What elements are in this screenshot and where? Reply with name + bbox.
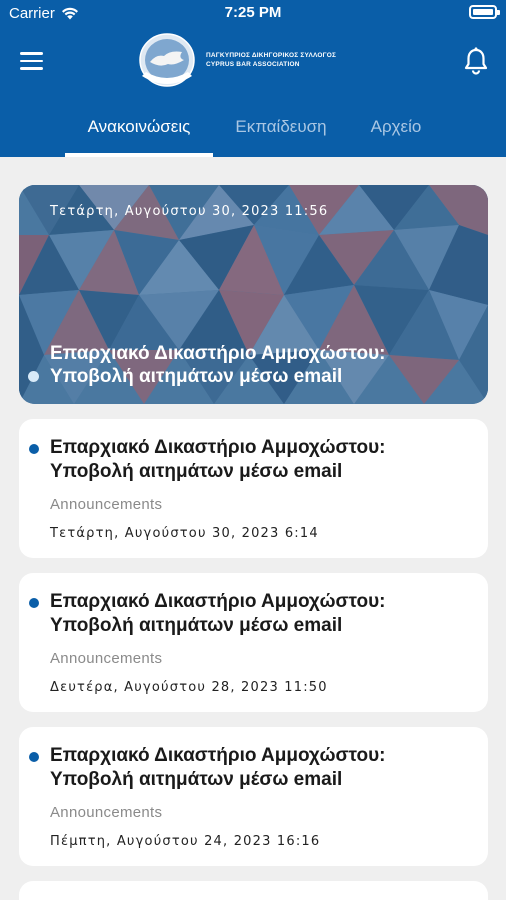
bar-association-logo: ΠΑΓΚΥΠΡΙΟΣ ΔΙΚΗΓΟΡΙΚΟΣ ΣΥΛΛΟΓΟΣ CYPRUS B… bbox=[138, 32, 336, 88]
hamburger-menu-icon[interactable] bbox=[20, 48, 50, 74]
announcement-card-partial[interactable] bbox=[19, 881, 488, 900]
card-date: Τετάρτη, Αυγούστου 30, 2023 6:14 bbox=[50, 526, 319, 541]
announcement-card[interactable]: Επαρχιακό Δικαστήριο Αμμοχώστου: Υποβολή… bbox=[19, 573, 488, 712]
card-date: Δευτέρα, Αυγούστου 28, 2023 11:50 bbox=[50, 680, 328, 695]
unread-dot bbox=[28, 371, 39, 382]
tab-announcements[interactable]: Ανακοινώσεις bbox=[65, 108, 213, 157]
card-title: Επαρχιακό Δικαστήριο Αμμοχώστου: Υποβολή… bbox=[50, 437, 386, 482]
unread-dot bbox=[29, 444, 39, 454]
active-tab-indicator bbox=[65, 153, 213, 157]
logo-line-english: CYPRUS BAR ASSOCIATION bbox=[206, 61, 300, 68]
featured-title: Επαρχιακό Δικαστήριο Αμμοχώστου: Υποβολή… bbox=[50, 343, 386, 387]
tab-archive[interactable]: Αρχείο bbox=[352, 108, 440, 157]
unread-dot bbox=[29, 598, 39, 608]
tab-bar: Ανακοινώσεις Εκπαίδευση Αρχείο bbox=[0, 108, 506, 157]
announcement-card[interactable]: Επαρχιακό Δικαστήριο Αμμοχώστου: Υποβολή… bbox=[19, 419, 488, 558]
logo-text: ΠΑΓΚΥΠΡΙΟΣ ΔΙΚΗΓΟΡΙΚΟΣ ΣΥΛΛΟΓΟΣ CYPRUS B… bbox=[206, 51, 336, 69]
status-time: 7:25 PM bbox=[224, 4, 282, 21]
featured-announcement[interactable]: Τετάρτη, Αυγούστου 30, 2023 11:56 Επαρχι… bbox=[19, 185, 488, 404]
status-bar: Carrier 7:25 PM bbox=[0, 0, 506, 26]
unread-dot bbox=[29, 752, 39, 762]
app-header: Carrier 7:25 PM ΠΑΓΚΥΠΡΙΟΣ ΔΙΚΗΓΟΡΙΚΟΣ Σ… bbox=[0, 0, 506, 157]
card-category: Announcements bbox=[50, 804, 163, 821]
card-title: Επαρχιακό Δικαστήριο Αμμοχώστου: Υποβολή… bbox=[50, 591, 386, 636]
card-title: Επαρχιακό Δικαστήριο Αμμοχώστου: Υποβολή… bbox=[50, 745, 386, 790]
card-date: Πέμπτη, Αυγούστου 24, 2023 16:16 bbox=[50, 834, 321, 849]
logo-line-greek: ΠΑΓΚΥΠΡΙΟΣ ΔΙΚΗΓΟΡΙΚΟΣ ΣΥΛΛΟΓΟΣ bbox=[206, 52, 337, 59]
card-category: Announcements bbox=[50, 650, 163, 667]
seal-icon bbox=[139, 33, 195, 87]
battery-icon bbox=[469, 5, 500, 19]
announcement-card[interactable]: Επαρχιακό Δικαστήριο Αμμοχώστου: Υποβολή… bbox=[19, 727, 488, 866]
card-category: Announcements bbox=[50, 496, 163, 513]
featured-date: Τετάρτη, Αυγούστου 30, 2023 11:56 bbox=[50, 204, 329, 219]
bell-icon[interactable] bbox=[462, 46, 490, 76]
tab-education[interactable]: Εκπαίδευση bbox=[221, 108, 341, 157]
